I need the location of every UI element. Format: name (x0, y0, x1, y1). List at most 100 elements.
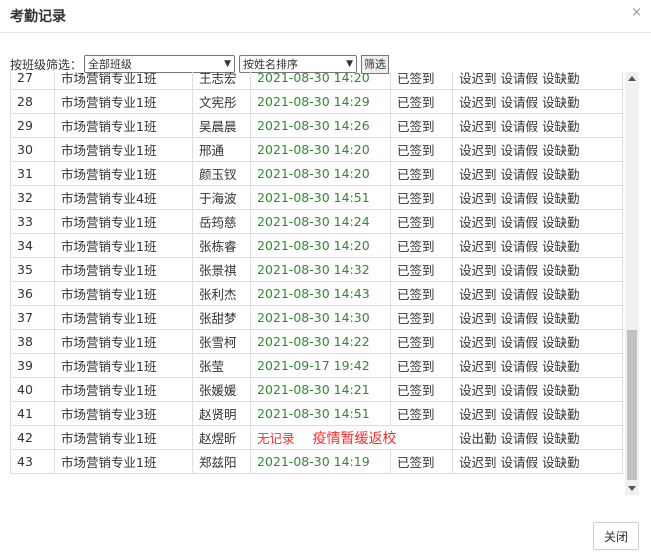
leave-link[interactable]: 设请假 (501, 215, 539, 230)
absent-link[interactable]: 设缺勤 (542, 383, 580, 398)
absent-link[interactable]: 设缺勤 (542, 191, 580, 206)
absent-link[interactable]: 设缺勤 (542, 287, 580, 302)
row-checkin-time: 2021-08-30 14:24 (250, 209, 391, 234)
row-student-name: 赵煜昕 (192, 425, 251, 450)
row-class: 市场营销专业3班 (54, 401, 193, 426)
actions-cell: 设迟到 设请假 设缺勤 (452, 137, 623, 162)
absent-link[interactable]: 设缺勤 (542, 143, 580, 158)
actions-cell: 设迟到 设请假 设缺勤 (452, 377, 623, 402)
row-checkin-time: 2021-08-30 14:32 (250, 257, 391, 282)
absent-link[interactable]: 设缺勤 (542, 215, 580, 230)
absent-link[interactable]: 设缺勤 (542, 95, 580, 110)
absent-link[interactable]: 设缺勤 (542, 455, 580, 470)
actions-cell: 设出勤 设请假 设缺勤 (452, 425, 623, 450)
leave-link[interactable]: 设请假 (501, 119, 539, 134)
scroll-up-icon[interactable] (628, 76, 636, 81)
leave-link[interactable]: 设请假 (501, 383, 539, 398)
row-status: 已签到 (390, 329, 453, 354)
late-link[interactable]: 设迟到 (459, 72, 497, 86)
row-class: 市场营销专业4班 (54, 185, 193, 210)
filter-button[interactable]: 筛选 (361, 54, 390, 74)
leave-link[interactable]: 设请假 (501, 311, 539, 326)
leave-link[interactable]: 设请假 (501, 287, 539, 302)
actions-cell: 设迟到 设请假 设缺勤 (452, 257, 623, 282)
late-link[interactable]: 设迟到 (459, 383, 497, 398)
row-status: 已签到 (390, 185, 453, 210)
attendance-table-container[interactable]: 27 市场营销专业1班 王志宏 2021-08-30 14:20 已签到 设迟到 设请假 设缺… (10, 72, 639, 495)
late-link[interactable]: 设迟到 (459, 119, 497, 134)
absent-link[interactable]: 设缺勤 (542, 335, 580, 350)
filter-bar: 按班级筛选： 全部班级 ▼ 按姓名排序 ▼ 筛选 (10, 54, 390, 74)
late-link[interactable]: 设迟到 (459, 287, 497, 302)
row-class: 市场营销专业1班 (54, 281, 193, 306)
absent-link[interactable]: 设缺勤 (542, 167, 580, 182)
class-select-value: 全部班级 (88, 58, 133, 71)
scrollbar-thumb[interactable] (627, 330, 637, 480)
row-class: 市场营销专业1班 (54, 353, 193, 378)
row-student-name: 张栋睿 (192, 233, 251, 258)
late-link[interactable]: 设迟到 (459, 191, 497, 206)
leave-link[interactable]: 设请假 (501, 455, 539, 470)
late-link[interactable]: 设迟到 (459, 215, 497, 230)
actions-cell: 设迟到 设请假 设缺勤 (452, 185, 623, 210)
leave-link[interactable]: 设请假 (501, 335, 539, 350)
table-row: 38 市场营销专业1班 张雪柯 2021-08-30 14:22 已签到 设迟到 设请假 设缺… (10, 329, 623, 354)
late-link[interactable]: 设迟到 (459, 311, 497, 326)
row-class: 市场营销专业1班 (54, 72, 193, 90)
dialog-title: 考勤记录 (10, 9, 66, 25)
table-row: 32 市场营销专业4班 于海波 2021-08-30 14:51 已签到 设迟到 设请假 设缺… (10, 185, 623, 210)
out-link[interactable]: 设出勤 (459, 431, 497, 446)
class-select[interactable]: 全部班级 ▼ (84, 55, 236, 73)
absent-link[interactable]: 设缺勤 (542, 239, 580, 254)
row-status: 已签到 (390, 161, 453, 186)
late-link[interactable]: 设迟到 (459, 95, 497, 110)
actions-cell: 设迟到 设请假 设缺勤 (452, 72, 623, 90)
row-status: 已签到 (390, 72, 453, 90)
row-index: 36 (10, 281, 55, 306)
scrollbar[interactable] (625, 72, 639, 495)
leave-link[interactable]: 设请假 (501, 167, 539, 182)
row-checkin-time: 2021-08-30 14:51 (250, 401, 391, 426)
leave-link[interactable]: 设请假 (501, 143, 539, 158)
late-link[interactable]: 设迟到 (459, 455, 497, 470)
row-index: 41 (10, 401, 55, 426)
scroll-down-icon[interactable] (628, 486, 636, 491)
row-note: 疫情暂缓返校 (312, 430, 397, 447)
late-link[interactable]: 设迟到 (459, 263, 497, 278)
late-link[interactable]: 设迟到 (459, 167, 497, 182)
absent-link[interactable]: 设缺勤 (542, 119, 580, 134)
absent-link[interactable]: 设缺勤 (542, 431, 580, 446)
late-link[interactable]: 设迟到 (459, 407, 497, 422)
absent-link[interactable]: 设缺勤 (542, 263, 580, 278)
late-link[interactable]: 设迟到 (459, 239, 497, 254)
leave-link[interactable]: 设请假 (501, 191, 539, 206)
absent-link[interactable]: 设缺勤 (542, 359, 580, 374)
leave-link[interactable]: 设请假 (501, 407, 539, 422)
row-student-name: 文宪彤 (192, 89, 251, 114)
absent-link[interactable]: 设缺勤 (542, 72, 580, 86)
actions-cell: 设迟到 设请假 设缺勤 (452, 233, 623, 258)
absent-link[interactable]: 设缺勤 (542, 311, 580, 326)
row-class: 市场营销专业1班 (54, 377, 193, 402)
leave-link[interactable]: 设请假 (501, 239, 539, 254)
row-student-name: 郑兹阳 (192, 449, 251, 474)
close-icon[interactable]: × (631, 5, 642, 20)
leave-link[interactable]: 设请假 (501, 95, 539, 110)
table-row: 28 市场营销专业1班 文宪彤 2021-08-30 14:29 已签到 设迟到 设请假 设缺… (10, 89, 623, 114)
sort-select-value: 按姓名排序 (243, 58, 299, 71)
close-button[interactable]: 关闭 (593, 522, 639, 550)
late-link[interactable]: 设迟到 (459, 143, 497, 158)
leave-link[interactable]: 设请假 (501, 72, 539, 86)
sort-select[interactable]: 按姓名排序 ▼ (239, 55, 358, 73)
late-link[interactable]: 设迟到 (459, 335, 497, 350)
late-link[interactable]: 设迟到 (459, 359, 497, 374)
leave-link[interactable]: 设请假 (501, 359, 539, 374)
leave-link[interactable]: 设请假 (501, 431, 539, 446)
table-row: 30 市场营销专业1班 邢通 2021-08-30 14:20 已签到 设迟到 设请假 设缺勤 (10, 137, 623, 162)
row-index: 29 (10, 113, 55, 138)
row-checkin-time: 2021-08-30 14:20 (250, 233, 391, 258)
actions-cell: 设迟到 设请假 设缺勤 (452, 329, 623, 354)
leave-link[interactable]: 设请假 (501, 263, 539, 278)
row-checkin-time: 2021-08-30 14:26 (250, 113, 391, 138)
absent-link[interactable]: 设缺勤 (542, 407, 580, 422)
